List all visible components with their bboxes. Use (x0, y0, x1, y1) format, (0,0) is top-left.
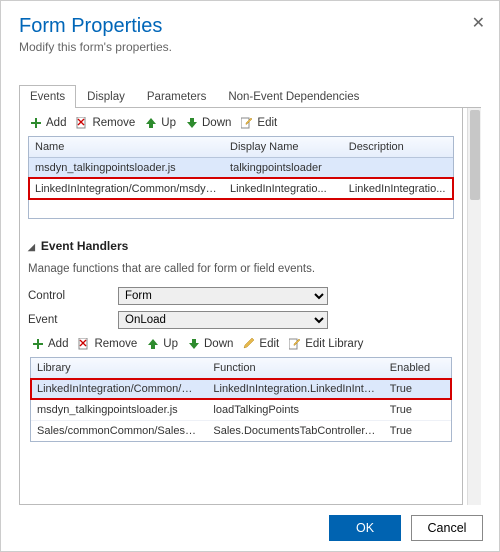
evh-down-button[interactable]: Down (188, 338, 233, 350)
evh-col-function[interactable]: Function (207, 358, 383, 378)
event-handlers-desc: Manage functions that are called for for… (28, 263, 454, 275)
ok-button[interactable]: OK (329, 515, 401, 541)
tab-events[interactable]: Events (19, 85, 76, 108)
vertical-scrollbar[interactable] (467, 108, 481, 505)
pencil-icon (243, 338, 255, 350)
event-handlers-heading[interactable]: Event Handlers (28, 239, 454, 253)
formlib-col-name[interactable]: Name (29, 137, 224, 157)
table-row[interactable]: LinkedInIntegration/Common/msdyn_L... Li… (29, 178, 453, 199)
evh-add-button[interactable]: Add (32, 338, 68, 350)
formlib-down-button[interactable]: Down (186, 117, 231, 129)
arrow-up-icon (147, 338, 159, 350)
x-page-icon (78, 338, 90, 350)
formlib-col-displayname[interactable]: Display Name (224, 137, 343, 157)
evh-edit-button[interactable]: Edit (243, 338, 279, 350)
table-row[interactable]: msdyn_talkingpointsloader.js talkingpoin… (29, 158, 453, 178)
event-label: Event (28, 314, 118, 326)
formlib-add-button[interactable]: Add (30, 117, 66, 129)
tab-parameters[interactable]: Parameters (136, 85, 217, 108)
close-icon[interactable]: ✕ (472, 13, 485, 33)
edit-page-icon (241, 117, 253, 129)
table-row[interactable]: msdyn_talkingpointsloader.js loadTalking… (31, 399, 451, 420)
evh-toolbar: Add Remove Up Down Edit Edit Library (28, 335, 454, 353)
event-select[interactable]: OnLoad (118, 311, 328, 329)
evh-col-enabled[interactable]: Enabled (384, 358, 451, 378)
tab-display[interactable]: Display (76, 85, 136, 108)
cancel-button[interactable]: Cancel (411, 515, 483, 541)
x-page-icon (76, 117, 88, 129)
arrow-down-icon (186, 117, 198, 129)
formlib-col-description[interactable]: Description (343, 137, 453, 157)
evh-col-library[interactable]: Library (31, 358, 207, 378)
control-label: Control (28, 290, 118, 302)
tab-noneventdeps[interactable]: Non-Event Dependencies (217, 85, 370, 108)
evh-remove-button[interactable]: Remove (78, 338, 137, 350)
dialog-subtitle: Modify this form's properties. (19, 40, 481, 54)
formlib-grid: Name Display Name Description msdyn_talk… (28, 136, 454, 219)
formlib-toolbar: Add Remove Up Down Edit (26, 114, 456, 132)
formlib-remove-button[interactable]: Remove (76, 117, 135, 129)
plus-icon (32, 338, 44, 350)
arrow-up-icon (145, 117, 157, 129)
table-row[interactable]: Sales/commonCommon/Sales_ClientCom... Sa… (31, 420, 451, 441)
control-select[interactable]: Form (118, 287, 328, 305)
evh-editlib-button[interactable]: Edit Library (289, 338, 363, 350)
scrollbar-thumb[interactable] (470, 110, 480, 200)
table-row[interactable]: LinkedInIntegration/Common/msdyn_L... Li… (31, 379, 451, 399)
tab-bar: Events Display Parameters Non-Event Depe… (19, 84, 481, 108)
dialog-title: Form Properties (19, 15, 481, 38)
plus-icon (30, 117, 42, 129)
formlib-up-button[interactable]: Up (145, 117, 176, 129)
formlib-edit-button[interactable]: Edit (241, 117, 277, 129)
edit-page-icon (289, 338, 301, 350)
evh-grid: Library Function Enabled LinkedInIntegra… (30, 357, 452, 442)
evh-up-button[interactable]: Up (147, 338, 178, 350)
arrow-down-icon (188, 338, 200, 350)
